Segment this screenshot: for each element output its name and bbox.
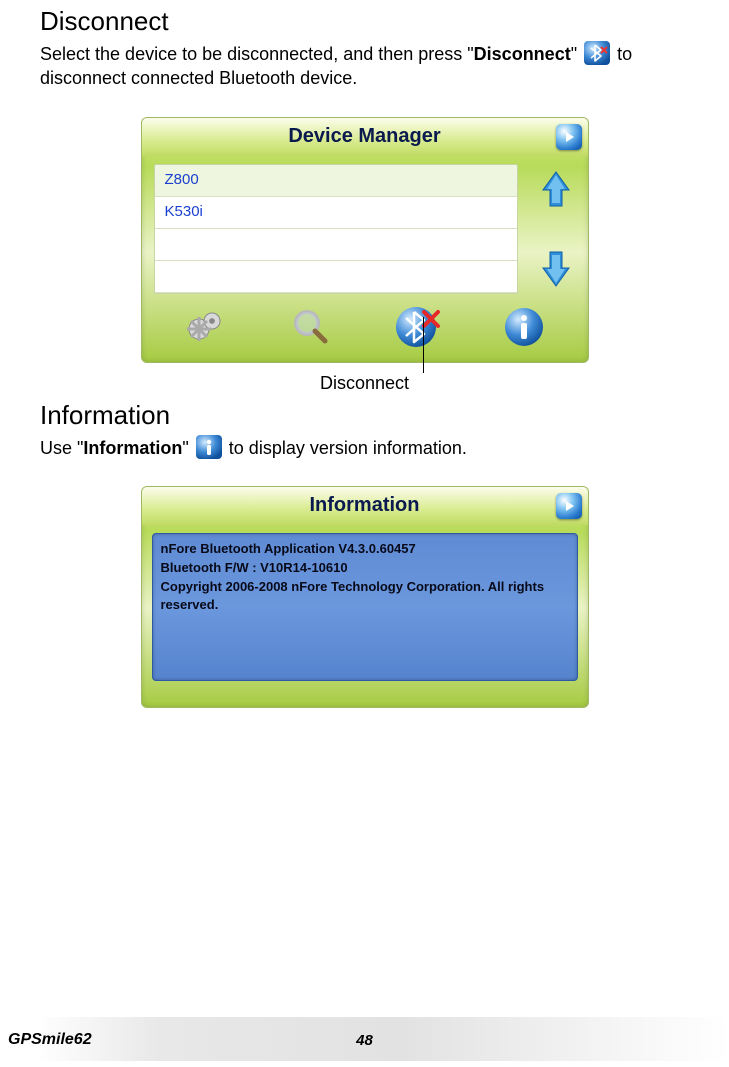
panel-header: Device Manager	[142, 118, 588, 156]
callout-line	[423, 317, 424, 373]
info-line: Copyright 2006-2008 nFore Technology Cor…	[161, 578, 569, 616]
text: to display version information.	[224, 438, 467, 458]
settings-button[interactable]	[179, 302, 231, 352]
magnifier-icon	[289, 305, 333, 349]
text: Use "	[40, 438, 83, 458]
play-icon	[556, 493, 582, 519]
disconnect-button[interactable]	[392, 302, 444, 352]
info-button[interactable]	[498, 302, 550, 352]
toolbar	[142, 298, 588, 362]
text: Select the device to be disconnected, an…	[40, 44, 474, 64]
panel-title: Device Manager	[288, 125, 440, 148]
text-bold: Disconnect	[474, 44, 571, 64]
info-text-box: nFore Bluetooth Application V4.3.0.60457…	[152, 533, 578, 681]
panel-title: Information	[310, 494, 420, 517]
bluetooth-disconnect-icon	[394, 304, 442, 350]
text-bold: Information	[83, 438, 182, 458]
list-item[interactable]	[155, 229, 517, 261]
panel-header: Information	[142, 487, 588, 525]
page-footer: GPSmile62 48	[0, 1023, 729, 1057]
list-item[interactable]: Z800	[155, 165, 517, 197]
text: "	[182, 438, 193, 458]
next-button[interactable]	[556, 124, 582, 150]
footer-product: GPSmile62	[0, 1031, 92, 1049]
next-button[interactable]	[556, 493, 582, 519]
disconnect-paragraph: Select the device to be disconnected, an…	[40, 41, 689, 91]
footer-page-number: 48	[356, 1032, 373, 1049]
search-button[interactable]	[285, 302, 337, 352]
bluetooth-disconnect-icon	[584, 41, 610, 65]
info-icon	[196, 435, 222, 459]
disconnect-callout-label: Disconnect	[40, 373, 689, 394]
gear-icon	[182, 305, 228, 349]
heading-information: Information	[40, 400, 689, 431]
text: "	[571, 44, 582, 64]
device-list[interactable]: Z800 K530i	[154, 164, 518, 294]
scroll-up-button[interactable]	[537, 168, 575, 210]
list-item[interactable]: K530i	[155, 197, 517, 229]
info-line: nFore Bluetooth Application V4.3.0.60457	[161, 540, 569, 559]
information-paragraph: Use "Information" to display version inf…	[40, 435, 689, 460]
info-icon	[502, 305, 546, 349]
heading-disconnect: Disconnect	[40, 6, 689, 37]
device-manager-panel: Device Manager Z800 K530i	[141, 117, 589, 363]
info-line: Bluetooth F/W : V10R14-10610	[161, 559, 569, 578]
list-item[interactable]	[155, 261, 517, 293]
information-panel: Information nFore Bluetooth Application …	[141, 486, 589, 708]
play-icon	[556, 124, 582, 150]
scroll-down-button[interactable]	[537, 248, 575, 290]
